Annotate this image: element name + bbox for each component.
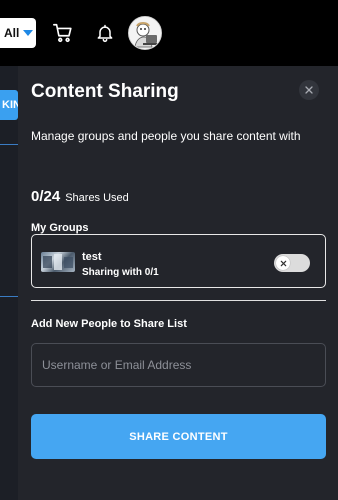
- panel-description: Manage groups and people you share conte…: [31, 129, 301, 143]
- bell-icon[interactable]: [93, 20, 117, 46]
- group-share-toggle[interactable]: [274, 254, 310, 272]
- group-card[interactable]: test Sharing with 0/1: [31, 234, 326, 288]
- background-partial-button-label: KIN: [2, 99, 18, 111]
- close-icon[interactable]: [299, 80, 319, 100]
- avatar[interactable]: [128, 16, 162, 50]
- category-select[interactable]: All: [0, 18, 36, 48]
- share-content-button[interactable]: SHARE CONTENT: [31, 414, 326, 459]
- my-groups-heading: My Groups: [31, 222, 89, 234]
- cart-icon[interactable]: [50, 20, 76, 46]
- background-page: [0, 66, 18, 500]
- shares-used: 0/24 Shares Used: [31, 188, 129, 205]
- group-sharing-status: Sharing with 0/1: [82, 267, 159, 278]
- close-icon: [280, 260, 286, 266]
- chevron-down-icon: [23, 30, 34, 36]
- background-divider: [0, 296, 18, 297]
- toggle-knob: [276, 256, 290, 270]
- panel-title: Content Sharing: [31, 81, 179, 102]
- shares-used-count: 0/24: [31, 188, 61, 205]
- background-partial-button[interactable]: KIN: [0, 90, 18, 120]
- group-thumbnail: [41, 252, 75, 272]
- category-select-label: All: [4, 26, 20, 40]
- add-people-heading: Add New People to Share List: [31, 318, 187, 330]
- group-name: test: [82, 251, 102, 263]
- section-divider: [31, 300, 326, 301]
- username-email-input[interactable]: [31, 343, 326, 387]
- shares-used-label: Shares Used: [65, 192, 129, 204]
- background-divider: [0, 144, 18, 145]
- top-navigation-bar: All: [0, 0, 338, 66]
- content-sharing-panel: Content Sharing Manage groups and people…: [18, 66, 338, 500]
